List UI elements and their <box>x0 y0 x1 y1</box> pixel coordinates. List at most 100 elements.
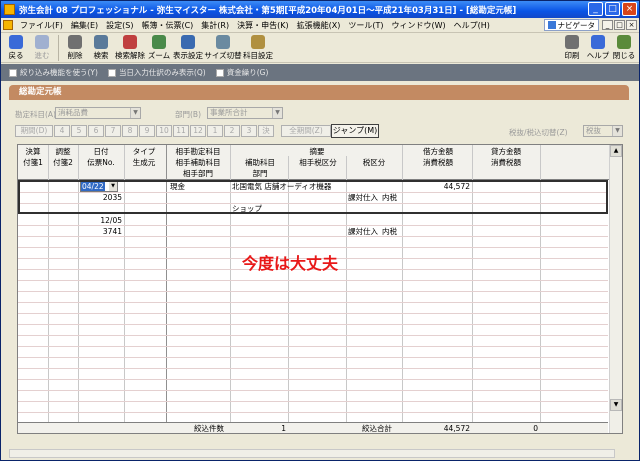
header-tax-class: 税区分 <box>362 158 386 167</box>
vertical-scrollbar[interactable]: ▲ ▼ <box>609 145 622 433</box>
search-button[interactable]: 検索 <box>88 33 114 61</box>
description-cell[interactable]: 北国電気 店舗オーディオ機器 <box>232 181 331 192</box>
month-button-6[interactable]: 6 <box>88 125 104 137</box>
checkbox-icon <box>215 68 224 77</box>
date-input[interactable]: 04/22 ▼ <box>80 181 118 192</box>
month-button-5[interactable]: 5 <box>71 125 87 137</box>
header-debit-tax: 消費税額 <box>423 158 453 167</box>
month-button-2[interactable]: 2 <box>224 125 240 137</box>
grid-row-line <box>18 302 608 303</box>
close-window-button[interactable]: 閉じる <box>611 33 637 61</box>
month-button-3[interactable]: 3 <box>241 125 257 137</box>
annotation-text: 今度は大丈夫 <box>242 254 339 273</box>
mdi-restore-button[interactable]: □ <box>614 20 625 30</box>
horizontal-scrollbar[interactable] <box>9 449 615 458</box>
grid-row-line <box>18 247 608 248</box>
today-entries-checkbox[interactable]: 当日入力仕訳のみ表示(Q) <box>107 67 206 78</box>
menu-edit[interactable]: 編集(E) <box>67 20 102 31</box>
chevron-down-icon: ▼ <box>130 108 140 118</box>
menu-ledger[interactable]: 帳簿・伝票(C) <box>137 20 197 31</box>
month-button-closing[interactable]: 決 <box>258 125 274 137</box>
department-cell[interactable]: ショップ <box>232 203 262 214</box>
account-settings-button[interactable]: 科目設定 <box>242 33 274 61</box>
search-clear-icon <box>123 35 137 49</box>
back-button[interactable]: 戻る <box>3 33 29 61</box>
month-button-4[interactable]: 4 <box>54 125 70 137</box>
maximize-button[interactable]: □ <box>605 2 620 16</box>
header-partner-sub-account: 相手補助科目 <box>175 158 221 167</box>
account-select[interactable]: 消耗品費 ▼ <box>55 107 141 119</box>
help-button[interactable]: ヘルプ <box>585 33 611 61</box>
menu-file[interactable]: ファイル(F) <box>16 20 67 31</box>
header-date: 日付 <box>93 147 109 156</box>
jump-button[interactable]: ジャンプ(M) <box>331 124 379 138</box>
month-button-11[interactable]: 11 <box>173 125 189 137</box>
date-cell[interactable]: 12/05 <box>78 215 122 226</box>
zoom-button[interactable]: ズーム <box>146 33 172 61</box>
grid-header: 決算 調整 日付 タイプ 相手勘定科目 摘要 借方金額 貸方金額 付箋1 付箋2… <box>18 145 622 180</box>
grid-row-line <box>18 313 608 314</box>
partner-account-cell[interactable]: 現金 <box>170 181 185 192</box>
navigator-button[interactable]: ナビゲータ <box>543 19 599 31</box>
mdi-close-button[interactable]: × <box>626 20 637 30</box>
tax-type-cell[interactable]: 内税 <box>382 192 397 203</box>
department-select[interactable]: 事業所合計 ▼ <box>207 107 283 119</box>
account-settings-icon <box>251 35 265 49</box>
menu-closing[interactable]: 決算・申告(K) <box>233 20 293 31</box>
back-arrow-icon <box>9 35 23 49</box>
filter-enable-checkbox[interactable]: 絞り込み機能を使う(Y) <box>9 67 98 78</box>
all-period-button[interactable]: 全期間(Z) <box>281 125 331 137</box>
month-button-10[interactable]: 10 <box>156 125 172 137</box>
size-toggle-button[interactable]: サイズ切替 <box>204 33 242 61</box>
search-clear-button[interactable]: 検索解除 <box>114 33 146 61</box>
debit-cell[interactable]: 44,572 <box>404 181 470 192</box>
delete-button[interactable]: 削除 <box>62 33 88 61</box>
help-icon <box>591 35 605 49</box>
grid-row-line <box>18 335 608 336</box>
scroll-up-icon[interactable]: ▲ <box>610 145 622 157</box>
menu-help[interactable]: ヘルプ(H) <box>450 20 494 31</box>
month-button-1[interactable]: 1 <box>207 125 223 137</box>
header-debit: 借方金額 <box>423 147 453 156</box>
minimize-button[interactable]: _ <box>588 2 603 16</box>
month-button-9[interactable]: 9 <box>139 125 155 137</box>
month-button-7[interactable]: 7 <box>105 125 121 137</box>
scroll-down-icon[interactable]: ▼ <box>610 399 622 411</box>
navigator-icon <box>547 21 556 29</box>
cashflow-checkbox[interactable]: 資金繰り(G) <box>215 67 268 78</box>
menu-tools[interactable]: ツール(T) <box>344 20 387 31</box>
menu-aggregate[interactable]: 集計(R) <box>197 20 233 31</box>
title-bar[interactable]: 弥生会計 08 プロフェッショナル - 弥生マイスター 株式会社・第5期[平成2… <box>1 1 639 18</box>
menu-window[interactable]: ウィンドウ(W) <box>387 20 449 31</box>
close-button[interactable]: × <box>622 2 637 16</box>
header-credit-tax: 消費税額 <box>491 158 521 167</box>
grid-row-line <box>18 346 608 347</box>
header-partner-account: 相手勘定科目 <box>175 147 221 156</box>
tax-class-cell[interactable]: 課対仕入 <box>348 192 378 203</box>
grid-row-line <box>18 401 608 402</box>
slip-no-cell[interactable]: 2035 <box>78 192 122 203</box>
header-type: タイプ <box>132 147 156 156</box>
mdi-minimize-button[interactable]: _ <box>602 20 613 30</box>
tax-class-cell[interactable]: 課対仕入 <box>348 226 378 237</box>
print-button[interactable]: 印刷 <box>559 33 585 61</box>
tax-toggle-select[interactable]: 税抜 ▼ <box>583 125 623 137</box>
app-icon[interactable] <box>4 4 15 15</box>
filter-count-value: 1 <box>281 424 286 433</box>
grid-col-line <box>288 156 289 433</box>
search-icon <box>94 35 108 49</box>
menu-settings[interactable]: 設定(S) <box>102 20 137 31</box>
display-settings-button[interactable]: 表示設定 <box>172 33 204 61</box>
menu-extensions[interactable]: 拡張機能(X) <box>293 20 345 31</box>
month-button-8[interactable]: 8 <box>122 125 138 137</box>
department-label: 部門(B) <box>175 110 201 119</box>
slip-no-cell[interactable]: 3741 <box>78 226 122 237</box>
status-bar <box>1 449 639 460</box>
month-button-12[interactable]: 12 <box>190 125 206 137</box>
filter-total-label: 絞込合計 <box>362 424 392 433</box>
tax-type-cell[interactable]: 内税 <box>382 226 397 237</box>
grid-row-line <box>18 324 608 325</box>
period-button[interactable]: 期間(D) <box>15 125 53 137</box>
forward-button[interactable]: 進む <box>29 33 55 61</box>
document-icon[interactable] <box>3 20 13 30</box>
